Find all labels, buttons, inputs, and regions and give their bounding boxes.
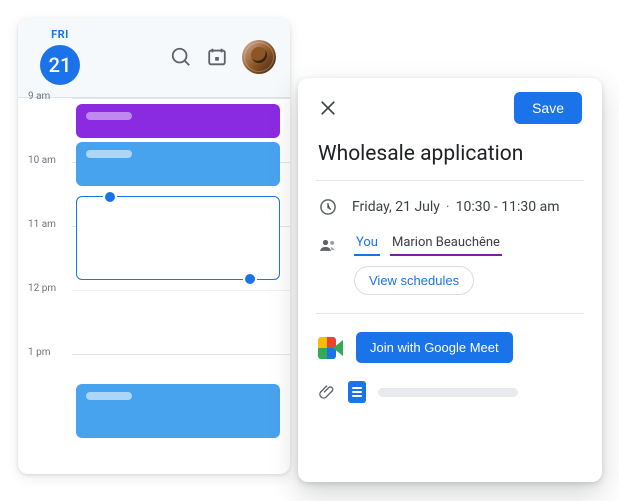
view-schedules-button[interactable]: View schedules	[354, 266, 474, 295]
attendee-chip-you[interactable]: You	[354, 233, 380, 256]
google-meet-row: Join with Google Meet	[318, 332, 582, 363]
event-time-range: 10:30 - 11:30 am	[456, 199, 560, 215]
calendar-grid[interactable]: 9 am 10 am 11 am 12 pm 1 pm	[18, 97, 290, 474]
divider	[316, 180, 584, 181]
event-date: Friday, 21 July	[352, 199, 440, 215]
event-title-input[interactable]: Wholesale application	[318, 142, 582, 166]
clock-icon	[318, 197, 338, 217]
calendar-header: FRI 21	[18, 18, 290, 97]
panel-topbar: Save	[318, 92, 582, 124]
current-day-block[interactable]: FRI 21	[32, 28, 88, 85]
calendar-day-view: FRI 21 9 am 10 am 11 am 12 pm	[18, 18, 290, 474]
hour-label: 12 pm	[28, 283, 56, 294]
hour-label: 10 am	[28, 155, 56, 166]
hour-gridline	[72, 290, 290, 291]
hour-label: 1 pm	[28, 347, 51, 358]
attendees-row: You Marion Beauchêne View schedules	[318, 233, 582, 295]
header-actions	[170, 40, 276, 74]
event-title-placeholder	[86, 392, 132, 400]
attendee-chips: You Marion Beauchêne	[354, 233, 502, 256]
event-editor-panel: Save Wholesale application Friday, 21 Ju…	[298, 78, 602, 482]
attachment-icon[interactable]	[318, 383, 336, 401]
search-icon[interactable]	[170, 46, 192, 68]
close-icon[interactable]	[318, 98, 338, 118]
google-meet-icon	[318, 337, 344, 359]
new-event-drag-region[interactable]	[76, 196, 280, 280]
divider	[316, 313, 584, 314]
attachment-name-placeholder	[378, 388, 518, 397]
calendar-event-purple[interactable]	[76, 104, 280, 138]
calendar-event-blue[interactable]	[76, 142, 280, 186]
save-button[interactable]: Save	[514, 92, 582, 124]
hour-label: 9 am	[28, 91, 50, 102]
hour-gridline	[72, 354, 290, 355]
day-number-circle: 21	[40, 45, 80, 85]
attachment-row	[318, 381, 582, 403]
attendee-chip-other[interactable]: Marion Beauchêne	[390, 233, 502, 256]
user-avatar[interactable]	[242, 40, 276, 74]
datetime-row[interactable]: Friday, 21 July · 10:30 - 11:30 am	[318, 197, 582, 217]
people-icon	[318, 235, 338, 255]
join-meet-button[interactable]: Join with Google Meet	[356, 332, 513, 363]
event-title-placeholder	[86, 150, 132, 158]
calendar-event-blue[interactable]	[76, 384, 280, 438]
event-title-placeholder	[86, 112, 132, 120]
day-of-week-label: FRI	[51, 28, 69, 41]
separator-dot: ·	[446, 199, 450, 215]
today-icon[interactable]	[206, 46, 228, 68]
drag-handle-end[interactable]	[245, 274, 255, 284]
hour-gridline	[72, 98, 290, 99]
hour-label: 11 am	[28, 219, 56, 230]
drag-handle-start[interactable]	[105, 192, 115, 202]
google-doc-icon[interactable]	[348, 381, 366, 403]
